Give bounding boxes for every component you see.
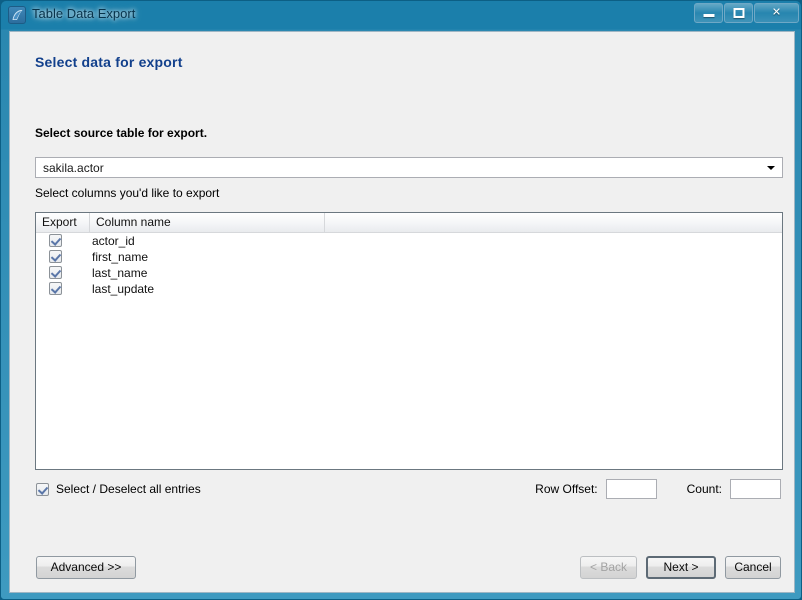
maximize-button[interactable] [724,3,753,23]
column-header-extra[interactable] [324,213,782,232]
next-button[interactable]: Next > [646,556,716,579]
row-column-name: last_name [92,266,148,280]
row-export-checkbox[interactable] [49,250,62,266]
dialog-client-area: Select data for export Select source tab… [9,31,795,593]
select-all-row[interactable]: Select / Deselect all entries [36,482,201,496]
maximize-icon [733,8,744,18]
window-title: Table Data Export [32,6,136,21]
row-offset-label: Row Offset: [535,482,598,496]
close-button[interactable]: ✕ [754,3,799,23]
select-all-label: Select / Deselect all entries [56,482,201,496]
column-header-export[interactable]: Export [36,213,89,232]
row-export-checkbox[interactable] [49,234,62,250]
table-row[interactable]: last_update [36,281,782,297]
workbench-dolphin-icon [8,6,26,24]
row-offset-input[interactable] [605,479,657,499]
window-controls: ✕ [694,3,799,23]
table-row[interactable]: first_name [36,249,782,265]
minimize-button[interactable] [694,3,723,23]
dialog-window: Table Data Export ✕ Select data for expo… [0,0,802,600]
chevron-down-icon[interactable] [767,166,775,170]
row-export-checkbox[interactable] [49,282,62,298]
table-row[interactable]: last_name [36,265,782,281]
row-column-name: first_name [92,250,149,264]
count-input[interactable] [730,479,781,499]
column-header-column-name[interactable]: Column name [89,213,324,232]
select-all-checkbox[interactable] [36,482,49,496]
source-table-value: sakila.actor [43,161,104,175]
table-row[interactable]: actor_id [36,233,782,249]
row-column-name: actor_id [92,234,135,248]
advanced-button[interactable]: Advanced >> [36,556,136,579]
columns-grid: Export Column name actor_id first_name l… [35,212,783,470]
source-table-combobox[interactable]: sakila.actor [35,157,783,178]
columns-grid-body: actor_id first_name last_name last_updat… [36,233,782,297]
cancel-button[interactable]: Cancel [725,556,781,579]
row-column-name: last_update [92,282,155,296]
minimize-icon [703,14,714,18]
source-table-label: Select source table for export. [35,126,208,140]
close-icon: ✕ [771,6,782,19]
columns-label: Select columns you'd like to export [35,186,220,200]
back-button: < Back [580,556,637,579]
page-title: Select data for export [35,54,183,70]
columns-grid-header: Export Column name [36,213,782,233]
count-label: Count: [686,482,722,496]
row-export-checkbox[interactable] [49,266,62,282]
title-bar[interactable]: Table Data Export ✕ [1,1,802,29]
limits-row: Row Offset: Count: [535,479,781,499]
